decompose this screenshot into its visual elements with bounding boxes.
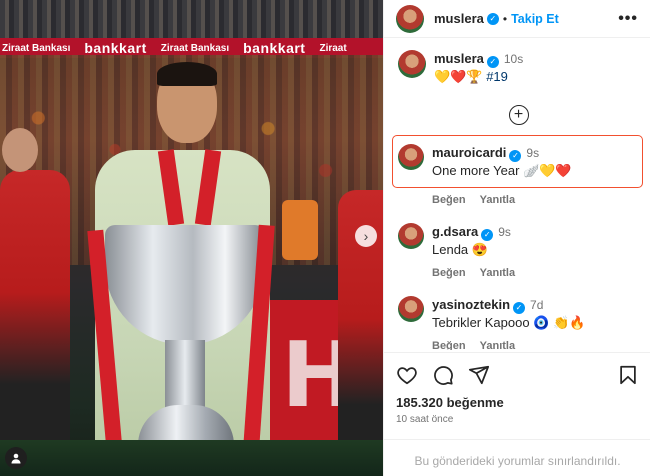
upper-stands: [0, 0, 383, 38]
comment-actions: Beğen Yanıtla: [432, 194, 643, 206]
person-left: [0, 170, 70, 476]
like-comment-button[interactable]: Beğen: [432, 340, 466, 350]
banner-text: Ziraat: [319, 42, 347, 54]
load-more-comments[interactable]: +: [394, 105, 643, 125]
verified-badge-icon: ✓: [481, 228, 494, 241]
post-header: muslera ✓ • Takip Et •••: [384, 0, 650, 38]
post-photo[interactable]: Ziraat Bankası bankkart Ziraat Bankası b…: [0, 0, 383, 476]
person-left-head: [2, 128, 38, 172]
header-username[interactable]: muslera: [434, 11, 484, 26]
banner-text: bankkart: [243, 40, 306, 56]
verified-badge-icon: ✓: [509, 149, 522, 162]
more-options-icon[interactable]: •••: [618, 10, 638, 28]
goalkeeper-hair: [157, 62, 217, 86]
heart-icon[interactable]: [396, 364, 418, 386]
comment-username[interactable]: yasinoztekin: [432, 297, 510, 312]
comment-time: 9s: [498, 225, 511, 239]
steward-vest: [282, 200, 318, 260]
comment-icon[interactable]: [432, 364, 454, 386]
comment-text: Lenda 😍: [432, 242, 488, 257]
banner-text: Ziraat Bankası: [2, 42, 71, 54]
comment-item: g.dsara ✓ 9s Lenda 😍: [394, 218, 643, 263]
caption-text: 💛❤️🏆: [434, 69, 483, 84]
comment-item: mauroicardi ✓ 9s One more Year 🪽💛❤️: [392, 135, 643, 188]
pitch: [0, 440, 383, 476]
caption-time: 10s: [503, 52, 524, 66]
avatar[interactable]: [398, 296, 424, 322]
user-tag-icon[interactable]: [5, 447, 27, 469]
avatar[interactable]: [396, 4, 424, 33]
comment-username[interactable]: mauroicardi: [432, 145, 506, 160]
hashtag-link[interactable]: #19: [486, 69, 508, 84]
comments-limited-notice: Bu gönderideki yorumlar sınırlandırıldı.: [384, 439, 650, 468]
comment-time: 9s: [526, 146, 540, 160]
follow-button[interactable]: Takip Et: [511, 12, 559, 26]
verified-badge-icon: ✓: [486, 55, 499, 68]
comment-text: One more Year 🪽💛❤️: [432, 163, 572, 178]
chevron-right-icon[interactable]: ›: [355, 225, 377, 247]
likes-count[interactable]: 185.320 beğenme: [396, 395, 639, 410]
post-details-panel: muslera ✓ • Takip Et ••• muslera ✓ 10s 💛❤️…: [383, 0, 650, 476]
post-actions: 185.320 beğenme 10 saat önce Bu gönderid…: [384, 352, 650, 476]
reply-comment-button[interactable]: Yanıtla: [480, 340, 515, 350]
share-icon[interactable]: [468, 364, 490, 386]
verified-badge-icon: ✓: [513, 301, 526, 314]
post-caption: muslera ✓ 10s 💛❤️🏆 #19: [394, 46, 643, 89]
reply-comment-button[interactable]: Yanıtla: [480, 267, 515, 279]
avatar[interactable]: [398, 144, 424, 170]
comments-list[interactable]: muslera ✓ 10s 💛❤️🏆 #19 + mauroicardi ✓ 9s On…: [384, 38, 650, 350]
reply-comment-button[interactable]: Yanıtla: [480, 194, 515, 206]
avatar[interactable]: [398, 50, 426, 78]
like-comment-button[interactable]: Beğen: [432, 267, 466, 279]
comment-text: Tebrikler Kapooo 🧿 👏🔥: [432, 315, 586, 330]
comment-time: 7d: [530, 298, 544, 312]
avatar[interactable]: [398, 223, 424, 249]
comment-username[interactable]: g.dsara: [432, 224, 478, 239]
banner-text: Ziraat Bankası: [160, 42, 230, 54]
like-comment-button[interactable]: Beğen: [432, 194, 466, 206]
comment-actions: Beğen Yanıtla: [432, 340, 643, 350]
plus-circle-icon[interactable]: +: [508, 105, 529, 125]
separator: •: [502, 11, 508, 26]
caption-username[interactable]: muslera: [434, 51, 484, 66]
post-time[interactable]: 10 saat önce: [396, 414, 639, 425]
banner-text: bankkart: [84, 40, 147, 56]
verified-badge-icon: ✓: [486, 12, 499, 25]
trophy-stem: [165, 340, 205, 410]
comment-item: yasinoztekin ✓ 7d Tebrikler Kapooo 🧿 👏🔥: [394, 291, 643, 336]
bookmark-icon[interactable]: [617, 364, 639, 386]
comment-actions: Beğen Yanıtla: [432, 267, 643, 279]
